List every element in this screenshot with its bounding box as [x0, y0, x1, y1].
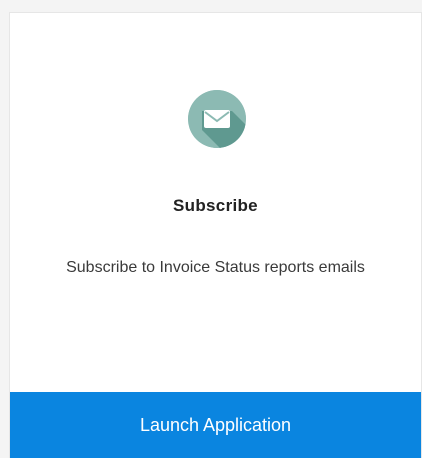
launch-application-button[interactable]: Launch Application: [10, 392, 421, 458]
tile-description: Subscribe to Invoice Status reports emai…: [66, 259, 365, 276]
tile-title: Subscribe: [173, 196, 258, 215]
subscribe-tile[interactable]: Subscribe Subscribe to Invoice Status re…: [9, 12, 422, 458]
envelope-icon: [188, 90, 246, 148]
